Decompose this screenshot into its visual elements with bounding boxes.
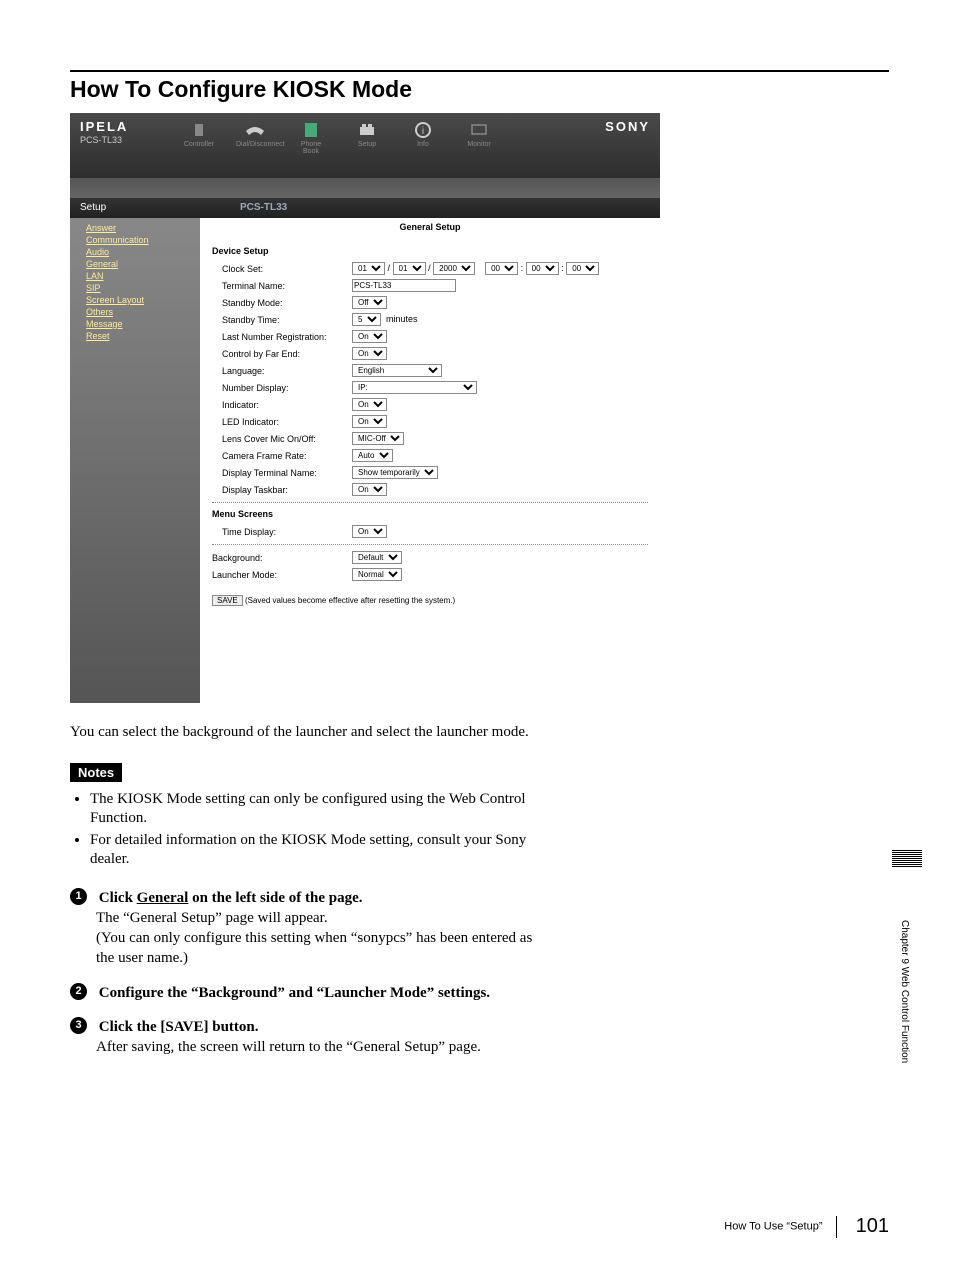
footer-text: How To Use “Setup” — [724, 1220, 822, 1232]
row-camera-frame: Camera Frame Rate:Auto — [212, 447, 648, 464]
save-button[interactable]: SAVE — [212, 595, 243, 606]
sidebar-answer[interactable]: Answer — [76, 222, 194, 234]
sidebar-others[interactable]: Others — [76, 306, 194, 318]
step-link-general: General — [137, 890, 189, 906]
setup-bar: Setup PCS-TL33 — [70, 198, 660, 218]
display-taskbar-select[interactable]: On — [352, 483, 387, 496]
standby-time-select[interactable]: 5 — [352, 313, 381, 326]
background-select[interactable]: Default — [352, 551, 402, 564]
row-number-display: Number Display:IP: — [212, 379, 648, 396]
model-label: PCS-TL33 — [80, 135, 122, 145]
row-time-display: Time Display:On — [212, 523, 648, 540]
clock-day[interactable]: 01 — [393, 262, 426, 275]
save-note: (Saved values become effective after res… — [245, 596, 455, 605]
row-terminal-name: Terminal Name: — [212, 277, 648, 294]
menu-screens-head: Menu Screens — [212, 509, 648, 519]
nav-dial[interactable]: Dial/Disconnect — [236, 121, 274, 155]
language-select[interactable]: English — [352, 364, 442, 377]
steps: 1 Click General on the left side of the … — [70, 888, 550, 1058]
intro-text: You can select the background of the lau… — [70, 723, 550, 743]
nav-controller[interactable]: Controller — [180, 121, 218, 155]
step-number-icon: 1 — [70, 888, 87, 905]
row-clock-set: Clock Set: 01 / 01 / 2000 00 : 00 : 00 — [212, 260, 648, 277]
content-title: General Setup — [200, 218, 660, 236]
chapter-label: Chapter 9 Web Control Function — [899, 920, 910, 1063]
time-display-select[interactable]: On — [352, 525, 387, 538]
setup-sidebar: Answer Communication Audio General LAN S… — [70, 218, 200, 703]
step-number-icon: 3 — [70, 1017, 87, 1034]
row-standby-mode: Standby Mode:Off — [212, 294, 648, 311]
setup-screenshot: IPELA PCS-TL33 SONY Controller Dial/Disc… — [70, 113, 660, 703]
sidebar-screen-layout[interactable]: Screen Layout — [76, 294, 194, 306]
sidebar-communication[interactable]: Communication — [76, 234, 194, 246]
step-body: After saving, the screen will return to … — [96, 1037, 550, 1057]
last-number-select[interactable]: On — [352, 330, 387, 343]
lens-cover-select[interactable]: MIC-Off — [352, 432, 404, 445]
page-footer: How To Use “Setup” 101 — [724, 1215, 889, 1238]
nav-monitor[interactable]: Monitor — [460, 121, 498, 155]
row-display-terminal: Display Terminal Name:Show temporarily — [212, 464, 648, 481]
control-far-select[interactable]: On — [352, 347, 387, 360]
sidebar-general[interactable]: General — [76, 258, 194, 270]
row-led-indicator: LED Indicator:On — [212, 413, 648, 430]
row-last-number: Last Number Registration:On — [212, 328, 648, 345]
clock-mm[interactable]: 00 — [526, 262, 559, 275]
sidebar-audio[interactable]: Audio — [76, 246, 194, 258]
svg-text:i: i — [422, 126, 424, 137]
page-title: How To Configure KIOSK Mode — [70, 76, 889, 103]
nav-phonebook[interactable]: Phone Book — [292, 121, 330, 155]
note-item: The KIOSK Mode setting can only be confi… — [90, 790, 550, 829]
top-nav: Controller Dial/Disconnect Phone Book Se… — [180, 121, 498, 155]
led-indicator-select[interactable]: On — [352, 415, 387, 428]
page-number: 101 — [856, 1215, 889, 1237]
row-control-far: Control by Far End:On — [212, 345, 648, 362]
nav-info[interactable]: iInfo — [404, 121, 442, 155]
indicator-select[interactable]: On — [352, 398, 387, 411]
row-lens-cover: Lens Cover Mic On/Off:MIC-Off — [212, 430, 648, 447]
maker-logo: SONY — [605, 119, 650, 134]
step-body: The “General Setup” page will appear.(Yo… — [96, 908, 550, 969]
row-launcher-mode: Launcher Mode:Normal — [212, 566, 648, 583]
notes-badge: Notes — [70, 763, 122, 782]
note-item: For detailed information on the KIOSK Mo… — [90, 831, 550, 870]
setup-content: General Setup Device Setup Clock Set: 01… — [200, 218, 660, 703]
clock-hh[interactable]: 00 — [485, 262, 518, 275]
step-head: Configure the “Background” and “Launcher… — [99, 985, 490, 1001]
row-background: Background:Default — [212, 549, 648, 566]
step-head: Click the [SAVE] button. — [99, 1019, 259, 1035]
sidebar-message[interactable]: Message — [76, 318, 194, 330]
sidebar-reset[interactable]: Reset — [76, 330, 194, 342]
row-standby-time: Standby Time:5 minutes — [212, 311, 648, 328]
nav-setup[interactable]: Setup — [348, 121, 386, 155]
display-terminal-select[interactable]: Show temporarily — [352, 466, 438, 479]
device-setup-head: Device Setup — [212, 246, 648, 256]
clock-year[interactable]: 2000 — [433, 262, 475, 275]
sidebar-lan[interactable]: LAN — [76, 270, 194, 282]
standby-mode-select[interactable]: Off — [352, 296, 387, 309]
clock-ss[interactable]: 00 — [566, 262, 599, 275]
brand-logo: IPELA — [80, 119, 128, 134]
edge-marks — [892, 850, 922, 868]
notes-list: The KIOSK Mode setting can only be confi… — [70, 790, 550, 870]
launcher-mode-select[interactable]: Normal — [352, 568, 402, 581]
row-language: Language:English — [212, 362, 648, 379]
clock-month[interactable]: 01 — [352, 262, 385, 275]
number-display-select[interactable]: IP: — [352, 381, 477, 394]
sidebar-sip[interactable]: SIP — [76, 282, 194, 294]
row-indicator: Indicator:On — [212, 396, 648, 413]
camera-frame-select[interactable]: Auto — [352, 449, 393, 462]
terminal-name-input[interactable] — [352, 279, 456, 292]
step-number-icon: 2 — [70, 983, 87, 1000]
row-display-taskbar: Display Taskbar:On — [212, 481, 648, 498]
